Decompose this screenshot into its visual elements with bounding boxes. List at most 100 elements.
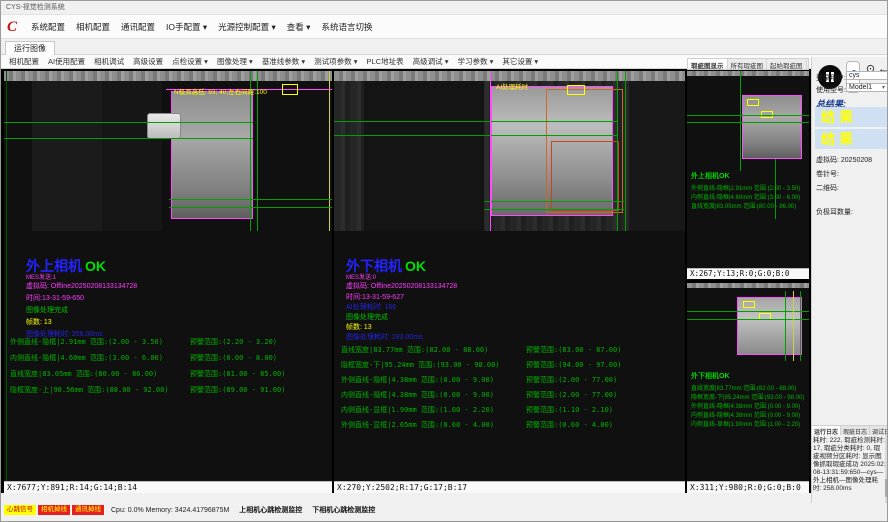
overlay-marker xyxy=(282,84,298,95)
camera-offline-badge: 相机掉线 xyxy=(38,505,70,515)
measure-line-green xyxy=(617,71,618,231)
mes-line: MES发送:1 xyxy=(26,272,56,281)
tool-test-params[interactable]: 测试项参数 ▾ xyxy=(314,56,357,67)
tab-strip: 运行图像 xyxy=(1,39,888,55)
measure-line-green xyxy=(687,115,809,116)
warn-range: 预警范围:(0.60 - 4.00) xyxy=(526,420,613,430)
tool-camera-config[interactable]: 相机配置 xyxy=(9,56,39,67)
measure-line-green xyxy=(625,71,626,231)
tool-baseline-params[interactable]: 基准线参数 ▾ xyxy=(262,56,305,67)
tool-advanced-settings[interactable]: 高级设置 xyxy=(133,56,163,67)
elapsed-line: 图像处理耗时: 183.00ms xyxy=(346,332,423,342)
camera-ok-status: OK xyxy=(719,373,730,380)
thumb-measure-row: 内侧直线-隐框|4.60mm 范围:(3.00 - 6.00) xyxy=(691,192,807,201)
menu-light-config[interactable]: 光源控制配置 ▾ xyxy=(218,21,276,33)
coords-status-thumb-lower: X:311;Y:980;R:0;G:0;B:0 xyxy=(687,481,809,493)
measure-row: 隐框宽度-下|95.24mm 范围:(93.00 - 98.00) xyxy=(341,360,500,370)
menu-language-switch[interactable]: 系统语言切换 xyxy=(321,21,372,33)
thumb-measure-row: 内侧直线-隐框|4.38mm 范围:(0.00 - 9.00) xyxy=(691,410,807,419)
measure-line-green xyxy=(484,201,624,202)
app-logo-icon: C xyxy=(7,19,23,35)
measure-line-green xyxy=(785,291,786,361)
tool-spot-check[interactable]: 点检设置 ▾ xyxy=(172,56,208,67)
menu-io-config[interactable]: IO手配置 ▾ xyxy=(166,21,207,33)
camera-name: 外下相机 xyxy=(691,373,719,380)
camera-view-lower[interactable]: AI处理耗时 外下相机OK MES发送:0 虚拟码: Offline202502… xyxy=(334,71,685,481)
chevron-down-icon: ▾ xyxy=(882,84,885,92)
machine-texture xyxy=(334,71,685,81)
defect-thumb-lower[interactable]: 外下相机OK 直线宽度|83.77mm 范围:(82.00 - 88.00) 隐… xyxy=(687,283,809,481)
time-line: 时间:13-31-59-627 xyxy=(346,292,404,302)
warn-range: 预警范围:(81.00 - 85.00) xyxy=(190,369,285,379)
measure-line-green xyxy=(800,291,801,361)
tab-debug-log[interactable]: 调试日志 xyxy=(870,426,888,435)
tab-run-log[interactable]: 运行日志 xyxy=(812,426,841,435)
menu-comm-config[interactable]: 通讯配置 xyxy=(121,21,155,33)
defect-thumb-upper[interactable]: 外上相机OK 外侧直线-隐框|2.91mm 范围:(2.00 - 3.50) 内… xyxy=(687,71,809,268)
menu-view[interactable]: 查看 ▾ xyxy=(287,21,311,33)
warn-range: 预警范围:(2.00 - 77.00) xyxy=(526,375,617,385)
tab-start-defects[interactable]: 起始瑕疵图 xyxy=(767,59,807,69)
camera-ok-status: OK xyxy=(405,258,426,274)
app-status-bar: 心跳信号 相机掉线 通讯掉线 Cpu: 0.0% Memory: 3424.41… xyxy=(1,504,888,516)
thumb-title: 外上相机OK xyxy=(691,171,807,181)
tool-learn-params[interactable]: 学习参数 ▾ xyxy=(457,56,493,67)
measure-row: 内侧直线-显框|1.90mm 范围:(1.00 - 2.20) xyxy=(341,405,494,415)
model-value: Model1 xyxy=(849,84,872,91)
tool-image-process[interactable]: 图像处理 ▾ xyxy=(217,56,253,67)
result-box-lower: 结果 xyxy=(815,129,887,149)
tab-connector xyxy=(147,113,181,139)
warn-range: 预警范围:(1.10 - 2.10) xyxy=(526,405,613,415)
defect-view-tabs: 瑕疵图显示 所有瑕疵图 起始瑕疵图 xyxy=(687,58,809,70)
control-sidebar: ⊙ ← 登录用户: 使用型号: Model1 ▾ 总结果: 结果 结果 虚拟码:… xyxy=(811,57,888,503)
neg-tab-count-field: 负极耳数量: xyxy=(816,207,853,217)
model-select[interactable]: Model1 ▾ xyxy=(846,83,888,92)
weld-spot xyxy=(572,167,600,193)
tool-other-settings[interactable]: 其它设置 ▾ xyxy=(502,56,538,67)
mes-line: MES发送:0 xyxy=(346,272,376,281)
measure-line-yellow xyxy=(793,291,794,361)
thumb-measure-row: 外侧直线-隐框|4.38mm 范围:(0.00 - 9.00) xyxy=(691,401,807,410)
measure-row: 直线宽度|83.05mm 范围:(80.00 - 86.00) xyxy=(10,369,157,379)
lower-cam-heartbeat-link[interactable]: 下相机心跳检测监控 xyxy=(312,505,375,515)
tab-all-defects[interactable]: 所有瑕疵图 xyxy=(728,59,768,69)
barcode-line: 虚拟码: Offline20250208133134728 xyxy=(346,281,457,291)
tool-ai-use-config[interactable]: AI使用配置 xyxy=(48,56,85,67)
tool-advanced-debug[interactable]: 高级调试 ▾ xyxy=(413,56,449,67)
tab-defect-log[interactable]: 瑕疵日志 xyxy=(841,426,870,435)
app-window: CYS-视觉检测系统 C 系统配置 相机配置 通讯配置 IO手配置 ▾ 光源控制… xyxy=(0,0,888,522)
virtual-code-field: 虚拟码: 20250208 xyxy=(816,155,872,165)
measure-row: 外侧直线-显框|2.65mm 范围:(0.60 - 4.00) xyxy=(341,420,494,430)
tool-plc-address[interactable]: PLC地址表 xyxy=(367,56,404,67)
login-user-input[interactable] xyxy=(846,71,888,80)
measure-line-green xyxy=(4,138,253,139)
tool-camera-debug[interactable]: 相机调试 xyxy=(94,56,124,67)
needle-no-field: 卷针号: xyxy=(816,169,839,179)
measure-row: 直线宽度|83.77mm 范围:(82.00 - 88.00) xyxy=(341,345,488,355)
frame-count-line: 帧数: 13 xyxy=(26,317,52,327)
qrcode-field: 二维码: xyxy=(816,183,839,193)
camera-view-upper[interactable]: N极耳高低: 93; 40;左右间距:100 外上相机OK MES发送:1 虚拟… xyxy=(4,71,332,481)
cpu-memory-status: Cpu: 0.0% Memory: 3424.41796875M xyxy=(111,507,229,514)
coords-status-thumb-upper: X:267;Y:13;R:0;G:0;B:0 xyxy=(687,268,809,279)
tab-defect-display[interactable]: 瑕疵图显示 xyxy=(688,59,728,69)
measure-row: 隐框宽度-上|90.56mm 范围:(88.00 - 92.00) xyxy=(10,385,169,395)
camera-ok-status: OK xyxy=(719,173,730,180)
menu-camera-config[interactable]: 相机配置 xyxy=(76,21,110,33)
thumb-measure-row: 外侧直线-隐框|2.91mm 范围:(2.00 - 3.50) xyxy=(691,183,807,192)
machine-structure xyxy=(364,81,484,231)
machine-structure xyxy=(102,81,162,231)
process-done-line: 图像处理完成 xyxy=(26,305,68,315)
overlay-marker xyxy=(567,85,585,95)
coords-status-lower: X:270;Y:2502;R:17;G:17;B:17 xyxy=(334,481,685,493)
thumb-measure-row: 内侧直线-显框|1.90mm 范围:(1.00 - 2.20) xyxy=(691,419,807,428)
machine-texture xyxy=(4,71,332,81)
machine-structure xyxy=(32,81,102,231)
upper-cam-heartbeat-link[interactable]: 上相机心跳检测监控 xyxy=(239,505,302,515)
menu-system-config[interactable]: 系统配置 xyxy=(31,21,65,33)
camera-name: 外上相机 xyxy=(691,173,719,180)
ai-elapsed-overlay: AI处理耗时 xyxy=(496,81,528,91)
ai-elapsed-line: AI处理耗时: 166 xyxy=(346,302,396,312)
tab-run-image[interactable]: 运行图像 xyxy=(5,41,55,55)
machine-structure xyxy=(629,81,685,231)
